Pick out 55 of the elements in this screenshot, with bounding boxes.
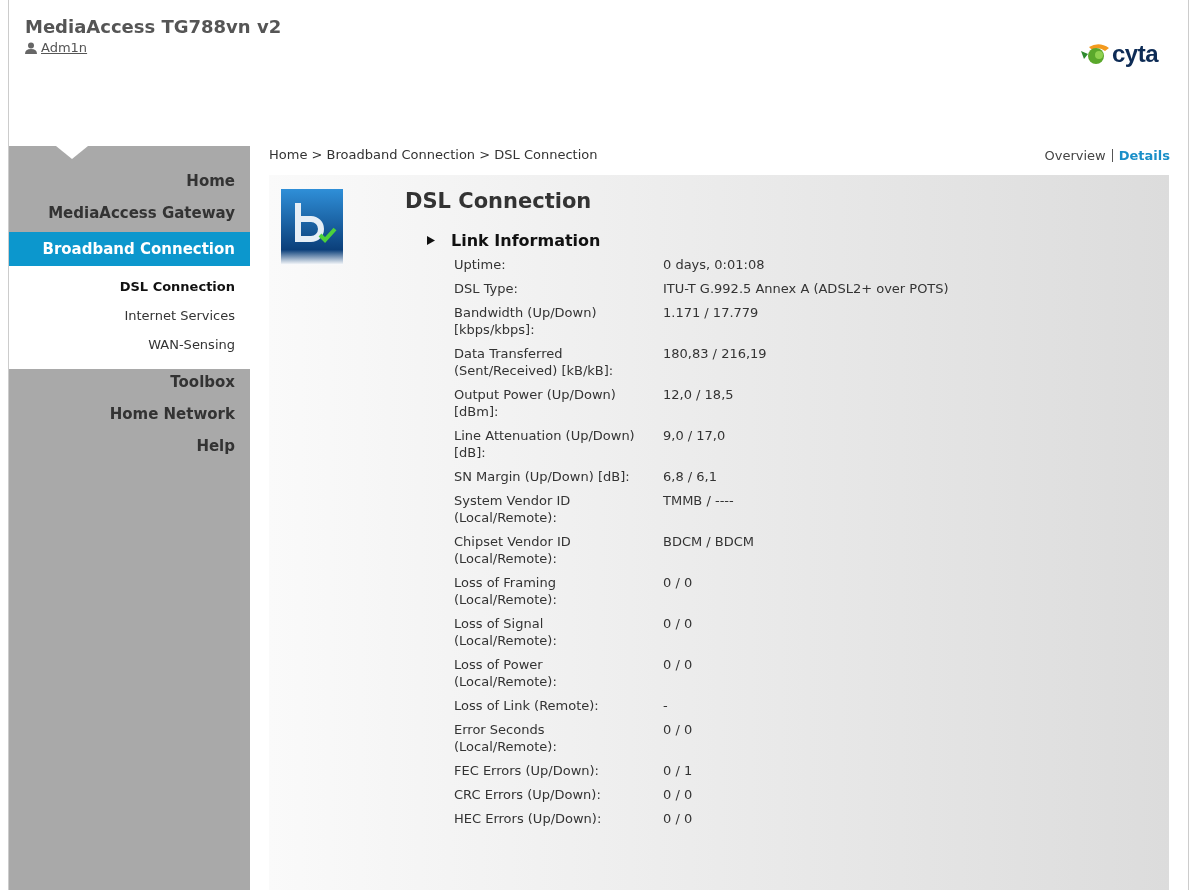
- field-value: ITU-T G.992.5 Annex A (ADSL2+ over POTS): [663, 280, 949, 297]
- field-value: BDCM / BDCM: [663, 533, 755, 551]
- field-label: Line Attenuation (Up/Down) [dB]:: [454, 427, 636, 461]
- nav-item[interactable]: Home Network: [9, 401, 250, 433]
- broadband-icon: [281, 189, 343, 265]
- field-label: Loss of Signal (Local/Remote):: [454, 615, 558, 649]
- field-label: FEC Errors (Up/Down):: [454, 762, 600, 779]
- field-value: 0 days, 0:01:08: [663, 256, 765, 273]
- field-label: Output Power (Up/Down) [dBm]:: [454, 386, 617, 420]
- field-label: HEC Errors (Up/Down):: [454, 810, 603, 827]
- field-value: TMMB / ----: [663, 492, 734, 510]
- field-value: 0 / 0: [663, 574, 693, 592]
- field-value: 180,83 / 216,19: [663, 345, 767, 363]
- notch-marker: [56, 146, 88, 159]
- device-title: MediaAccess TG788vn v2: [25, 16, 282, 37]
- field-label: Loss of Power (Local/Remote):: [454, 656, 558, 690]
- field-value: 0 / 0: [663, 721, 693, 739]
- section-title: Link Information: [451, 231, 601, 250]
- field-label: Loss of Link (Remote):: [454, 697, 600, 714]
- panel-title: DSL Connection: [405, 189, 593, 213]
- subnav-item[interactable]: WAN-Sensing: [9, 332, 250, 361]
- user-link[interactable]: Adm1n: [41, 40, 88, 55]
- brand-logo: cyta: [1080, 40, 1158, 68]
- field-label: Bandwidth (Up/Down) [kbps/kbps]:: [454, 304, 598, 338]
- field-label: DSL Type:: [454, 280, 519, 297]
- field-value: 9,0 / 17,0: [663, 427, 726, 445]
- nav-item[interactable]: Broadband Connection: [9, 232, 250, 266]
- field-label: Data Transferred (Sent/Received) [kB/kB]:: [454, 345, 615, 379]
- view-link[interactable]: Details: [1118, 148, 1170, 163]
- expand-triangle-icon[interactable]: [427, 236, 435, 245]
- user-icon: [25, 41, 37, 54]
- nav-item[interactable]: Home: [9, 168, 250, 200]
- field-value: 12,0 / 18,5: [663, 386, 734, 404]
- field-value: 0 / 0: [663, 615, 693, 633]
- nav-item[interactable]: Toolbox: [9, 369, 250, 401]
- field-value: 0 / 1: [663, 762, 693, 779]
- field-value: 0 / 0: [663, 656, 693, 674]
- subnav-item[interactable]: Internet Services: [9, 303, 250, 332]
- field-value: 1.171 / 17.779: [663, 304, 759, 322]
- field-value: 6,8 / 6,1: [663, 468, 717, 485]
- nav-item[interactable]: MediaAccess Gateway: [9, 200, 250, 232]
- field-label: Uptime:: [454, 256, 507, 273]
- field-label: Loss of Framing (Local/Remote):: [454, 574, 558, 608]
- field-label: Error Seconds (Local/Remote):: [454, 721, 558, 755]
- nav-item[interactable]: Help: [9, 433, 250, 465]
- subnav-item[interactable]: DSL Connection: [9, 274, 250, 303]
- field-value: -: [663, 697, 668, 714]
- field-value: 0 / 0: [663, 810, 693, 827]
- field-label: Chipset Vendor ID (Local/Remote):: [454, 533, 572, 567]
- field-label: SN Margin (Up/Down) [dB]:: [454, 468, 631, 485]
- field-value: 0 / 0: [663, 786, 693, 803]
- breadcrumb: Home > Broadband Connection > DSL Connection: [269, 147, 598, 162]
- field-label: CRC Errors (Up/Down):: [454, 786, 602, 803]
- view-link[interactable]: Overview: [1044, 148, 1106, 163]
- field-label: System Vendor ID (Local/Remote):: [454, 492, 572, 526]
